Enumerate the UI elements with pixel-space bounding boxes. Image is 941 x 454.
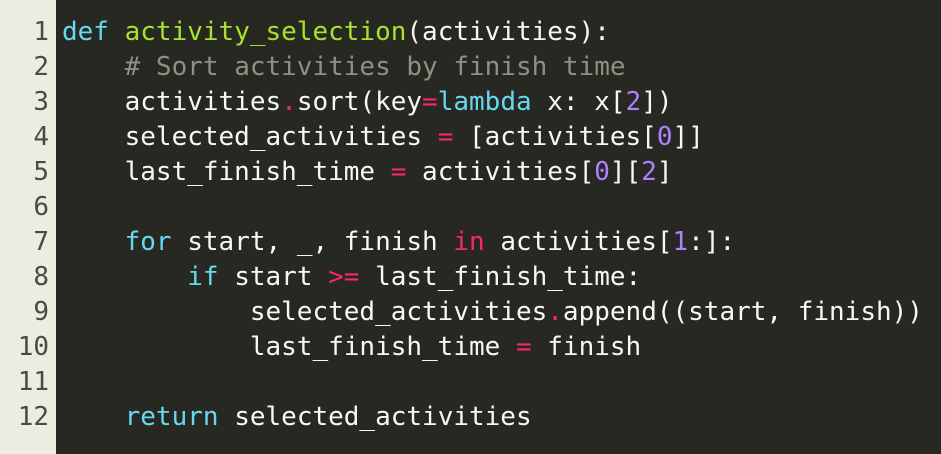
code-token: start	[218, 262, 329, 292]
code-token: start, _, finish	[171, 227, 454, 257]
code-token: # Sort activities by finish time	[124, 52, 626, 82]
code-token: 2	[641, 157, 657, 187]
code-token: ]	[656, 157, 673, 187]
code-token: x: x[	[531, 87, 626, 117]
code-token: (activities):	[406, 17, 610, 47]
code-token: =	[515, 332, 532, 362]
line-number: 8	[33, 262, 49, 292]
code-token: ])	[641, 87, 673, 117]
code-line: activities.sort(key=lambda x: x[2])	[62, 85, 941, 120]
code-token: activity_selection	[124, 17, 407, 47]
code-token: activities[	[484, 227, 673, 257]
line-number: 3	[33, 87, 49, 117]
code-token: in	[453, 227, 485, 257]
code-line: last_finish_time = finish	[62, 330, 941, 365]
code-token: 0	[656, 122, 673, 152]
code-token: last_finish_time	[62, 157, 391, 187]
line-number: 5	[33, 157, 49, 187]
code-line: selected_activities.append((start, finis…	[62, 295, 941, 330]
code-token: ][	[609, 157, 642, 187]
code-token: .	[547, 297, 563, 327]
code-line: if start >= last_finish_time:	[62, 260, 941, 295]
code-token: append((start, finish))	[562, 297, 923, 327]
line-number: 6	[33, 192, 49, 222]
code-line: last_finish_time = activities[0][2]	[62, 155, 941, 190]
code-token: activities[	[406, 157, 595, 187]
code-editor: 1 2 3 4 5 6 7 8 9 10 11 12 def activity_selection(a…	[0, 0, 941, 454]
code-token: =	[390, 157, 407, 187]
line-number: 2	[33, 52, 49, 82]
code-token: selected_activities	[218, 402, 532, 432]
code-token: last_finish_time	[62, 332, 516, 362]
line-number: 12	[17, 402, 49, 432]
code-line: return selected_activities	[62, 400, 941, 435]
code-token: =	[437, 122, 454, 152]
code-token: finish	[531, 332, 642, 362]
line-number-gutter: 1 2 3 4 5 6 7 8 9 10 11 12	[0, 0, 56, 454]
code-token: [activities[	[453, 122, 657, 152]
line-number: 7	[33, 227, 49, 257]
code-token: def	[62, 17, 109, 47]
code-token: if	[187, 262, 219, 292]
code-token: lambda	[437, 87, 532, 117]
code-token: :]:	[688, 227, 736, 257]
code-area[interactable]: def activity_selection(activities): # So…	[56, 0, 941, 454]
code-token: selected_activities	[62, 297, 548, 327]
code-token: last_finish_time:	[359, 262, 642, 292]
line-number: 1	[33, 17, 49, 47]
code-token: for	[124, 227, 172, 257]
code-token: ]]	[672, 122, 704, 152]
code-token: sort(key	[296, 87, 423, 117]
code-token: activities	[62, 87, 282, 117]
code-token: return	[124, 402, 219, 432]
code-token: 1	[672, 227, 689, 257]
line-number: 9	[33, 297, 49, 327]
code-token: .	[281, 87, 297, 117]
code-token: >=	[328, 262, 360, 292]
code-token: 0	[594, 157, 610, 187]
code-token: selected_activities	[62, 122, 438, 152]
code-line: selected_activities = [activities[0]]	[62, 120, 941, 155]
code-line: for start, _, finish in activities[1:]:	[62, 225, 941, 260]
line-number: 10	[17, 332, 49, 362]
code-line: def activity_selection(activities):	[62, 15, 941, 50]
line-number: 11	[17, 367, 49, 397]
line-number: 4	[33, 122, 49, 152]
code-line: # Sort activities by finish time	[62, 50, 941, 85]
code-token: 2	[625, 87, 642, 117]
code-token: =	[422, 87, 438, 117]
